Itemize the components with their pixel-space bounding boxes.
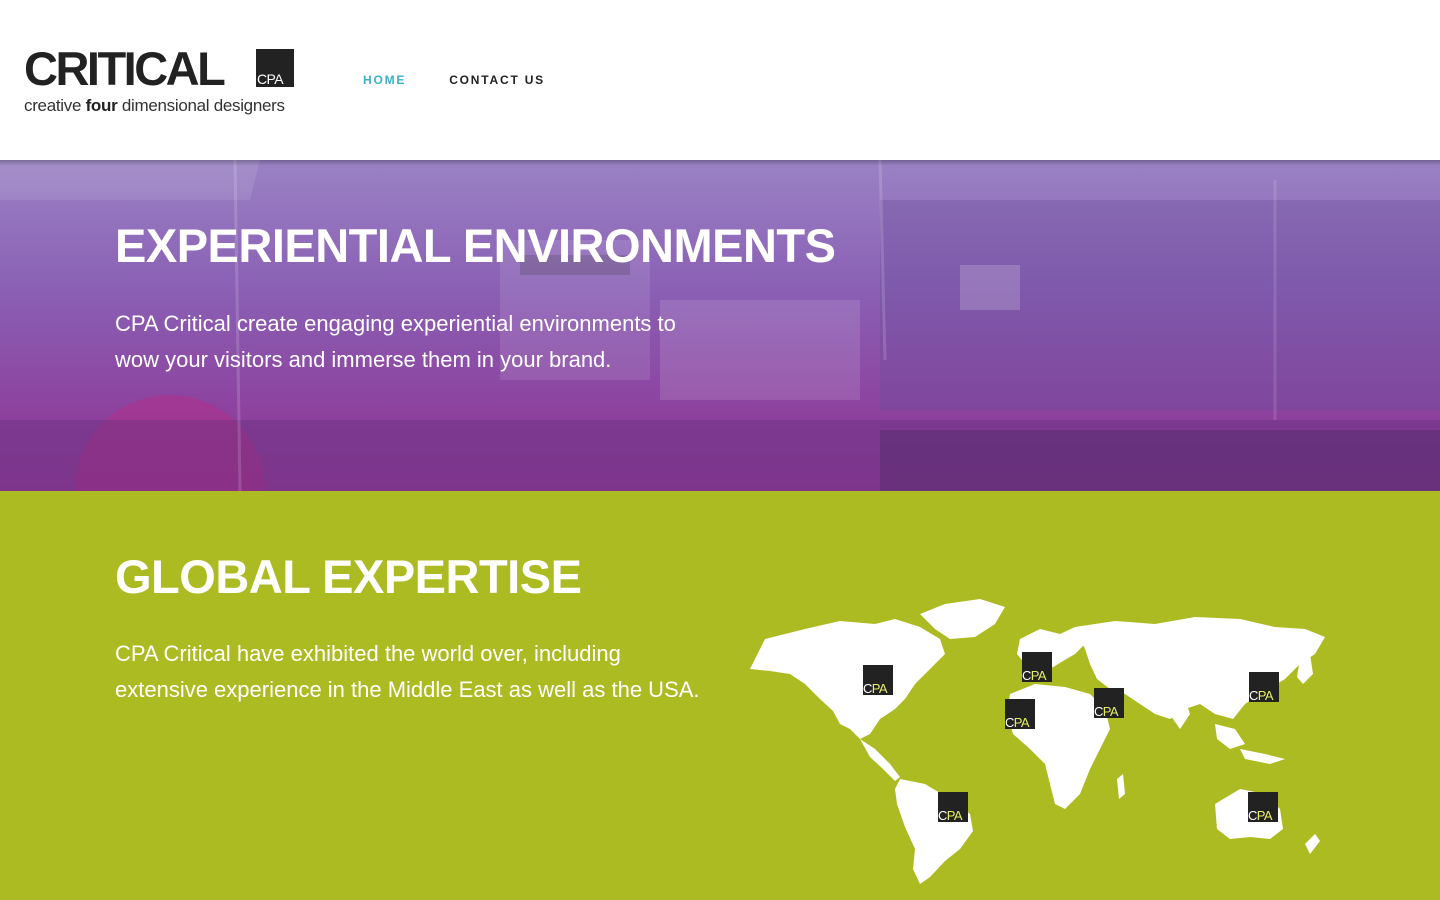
section-title: GLOBAL EXPERTISE [115,550,582,603]
logo-wordmark: CRITICAL [24,42,226,95]
main-nav: HOME CONTACT US [363,73,588,87]
site-header: CRITICAL CPA creative four dimensional d… [0,0,1440,160]
header-shadow [0,160,1440,166]
location-marker-middle-east[interactable]: CPA [1094,688,1124,719]
nav-home[interactable]: HOME [363,73,406,87]
location-marker-south-america[interactable]: CPA [938,792,968,823]
location-marker-east-asia[interactable]: CPA [1249,672,1279,703]
tagline-pre: creative [24,96,86,115]
hero-title: EXPERIENTIAL ENVIRONMENTS [115,219,836,272]
world-map-illustration [750,599,1325,884]
location-marker-europe[interactable]: CPA [1022,652,1052,683]
tagline-post: dimensional designers [117,96,285,115]
location-marker-australia[interactable]: CPA [1248,792,1278,823]
logo-badge-text: CPA [257,71,284,87]
logo[interactable]: CRITICAL CPA creative four dimensional d… [24,42,296,118]
location-marker-west-africa[interactable]: CPA [1005,699,1035,730]
logo-tagline: creative four dimensional designers [24,96,285,116]
hero-banner: EXPERIENTIAL ENVIRONMENTS CPA Critical c… [0,160,1440,491]
tagline-bold: four [85,96,118,115]
logo-badge: CPA [256,49,294,87]
world-map: CPA CPA CPA CPA CPA CPA CPA [745,599,1330,884]
hero-description: CPA Critical create engaging experientia… [115,311,676,372]
global-expertise-section: GLOBAL EXPERTISE CPA Critical have exhib… [0,491,1440,900]
section-description: CPA Critical have exhibited the world ov… [115,641,700,702]
nav-contact-us[interactable]: CONTACT US [449,73,545,87]
location-marker-north-america[interactable]: CPA [863,665,893,696]
